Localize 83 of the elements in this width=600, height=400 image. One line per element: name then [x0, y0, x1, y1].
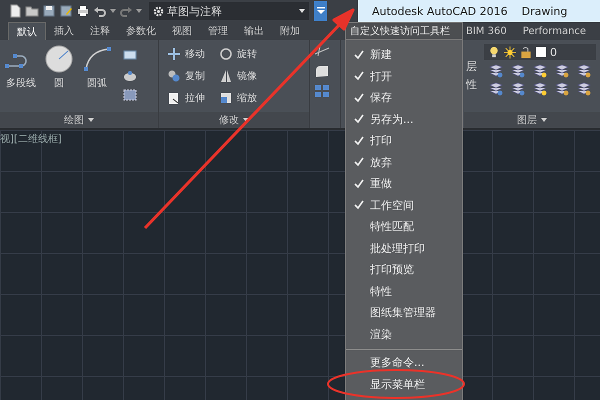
layer-stack-icon[interactable]	[532, 82, 548, 96]
panel-title[interactable]: 修改	[219, 113, 239, 127]
menu-item[interactable]: 图纸集管理器	[346, 302, 462, 324]
arc-tool[interactable]: 圆弧	[80, 44, 114, 112]
customize-toolbar-button[interactable]	[314, 1, 327, 21]
menu-item[interactable]: 渲染	[346, 324, 462, 345]
workspace-dropdown[interactable]: 草图与注释	[149, 2, 309, 20]
ribbon-tab[interactable]: 插入	[46, 22, 82, 40]
region-icon[interactable]	[122, 88, 138, 102]
menu-item[interactable]: 重做	[346, 173, 462, 194]
menu-item[interactable]: 另存为...	[346, 108, 462, 130]
caret-icon[interactable]	[88, 118, 94, 122]
caret-icon	[316, 7, 324, 15]
modify-tool[interactable]: 缩放	[219, 90, 257, 106]
trim-icon[interactable]	[314, 44, 330, 58]
ribbon-tab[interactable]: 参数化	[118, 22, 164, 40]
layer-stack-icon[interactable]	[510, 82, 526, 96]
layer-stack-icon[interactable]	[554, 64, 570, 78]
modify-tool[interactable]: 复制	[167, 68, 205, 84]
caret-icon[interactable]	[110, 9, 116, 13]
print-icon[interactable]	[76, 4, 90, 18]
fillet-icon[interactable]	[314, 64, 330, 78]
panel-title[interactable]: 图层	[517, 113, 537, 127]
ribbon-tab[interactable]: Performance	[514, 22, 594, 40]
modify-tool[interactable]: 移动	[167, 46, 205, 62]
new-file-icon[interactable]	[8, 4, 22, 18]
app-title: Autodesk AutoCAD 2016	[372, 4, 508, 18]
ribbon-tab[interactable]: 附加	[272, 22, 308, 40]
gear-icon	[153, 6, 164, 16]
undo-icon[interactable]	[93, 4, 107, 18]
sun-icon	[504, 46, 516, 58]
mirror-icon	[219, 69, 233, 83]
save-icon[interactable]	[42, 4, 56, 18]
layer-stack-icon[interactable]	[576, 64, 592, 78]
lightbulb-icon	[488, 46, 500, 58]
menu-item[interactable]: 工作空间	[346, 194, 462, 216]
layer-stack-icon[interactable]	[510, 64, 526, 78]
rotate-icon	[219, 47, 233, 61]
layer-stack-icon[interactable]	[576, 82, 592, 96]
panel-title[interactable]: 绘图	[64, 113, 84, 127]
menu-item[interactable]: 特性	[346, 280, 462, 302]
scale-icon	[219, 91, 233, 105]
menu-item[interactable]: 更多命令...	[346, 352, 462, 374]
color-swatch	[536, 47, 546, 57]
menu-item[interactable]: 批处理打印	[346, 238, 462, 259]
polyline-tool[interactable]: 多段线	[4, 44, 38, 112]
layer-stack-icon[interactable]	[488, 82, 504, 96]
caret-icon[interactable]	[136, 9, 142, 13]
layer-dropdown[interactable]: 0	[484, 44, 596, 60]
document-title: Drawing	[522, 4, 568, 18]
menu-title: 自定义快速访问工具栏	[346, 23, 462, 40]
menu-item[interactable]: 显示菜单栏	[346, 374, 462, 395]
ribbon-tab[interactable]: 视图	[164, 22, 200, 40]
ribbon-tab[interactable]: 默认	[8, 22, 46, 40]
layer-name: 0	[550, 46, 557, 58]
menu-item[interactable]: 打印	[346, 130, 462, 152]
copy-icon	[167, 69, 181, 83]
caret-icon[interactable]	[541, 118, 547, 122]
caret-icon	[299, 9, 305, 13]
layer-stack-icon[interactable]	[554, 82, 570, 96]
menu-item[interactable]: 保存	[346, 87, 462, 108]
menu-item[interactable]: 特性匹配	[346, 216, 462, 238]
stretch-icon	[167, 91, 181, 105]
menu-item[interactable]: 打印预览	[346, 259, 462, 280]
lock-icon	[520, 46, 532, 58]
modify-tool[interactable]: 拉伸	[167, 90, 205, 106]
move-icon	[167, 47, 181, 61]
layer-stack-icon[interactable]	[488, 64, 504, 78]
ribbon-tab[interactable]: 注释	[82, 22, 118, 40]
layer-properties-label[interactable]: 层 性	[466, 44, 480, 108]
layer-stack-icon[interactable]	[532, 64, 548, 78]
circle-tool[interactable]: 圆	[42, 44, 76, 112]
folder-icon[interactable]	[25, 4, 39, 18]
menu-item[interactable]: 新建	[346, 44, 462, 66]
menu-item[interactable]: 放弃	[346, 152, 462, 173]
modify-tool[interactable]: 旋转	[219, 46, 257, 62]
ribbon-tab[interactable]: 管理	[200, 22, 236, 40]
save-as-icon[interactable]	[59, 4, 73, 18]
modify-tool[interactable]: 镜像	[219, 68, 257, 84]
rectangle-icon[interactable]	[122, 48, 138, 62]
ribbon-tab[interactable]: 输出	[236, 22, 272, 40]
menu-item[interactable]: 打开	[346, 66, 462, 87]
viewport-label[interactable]: 视][二维线框]	[0, 132, 62, 146]
